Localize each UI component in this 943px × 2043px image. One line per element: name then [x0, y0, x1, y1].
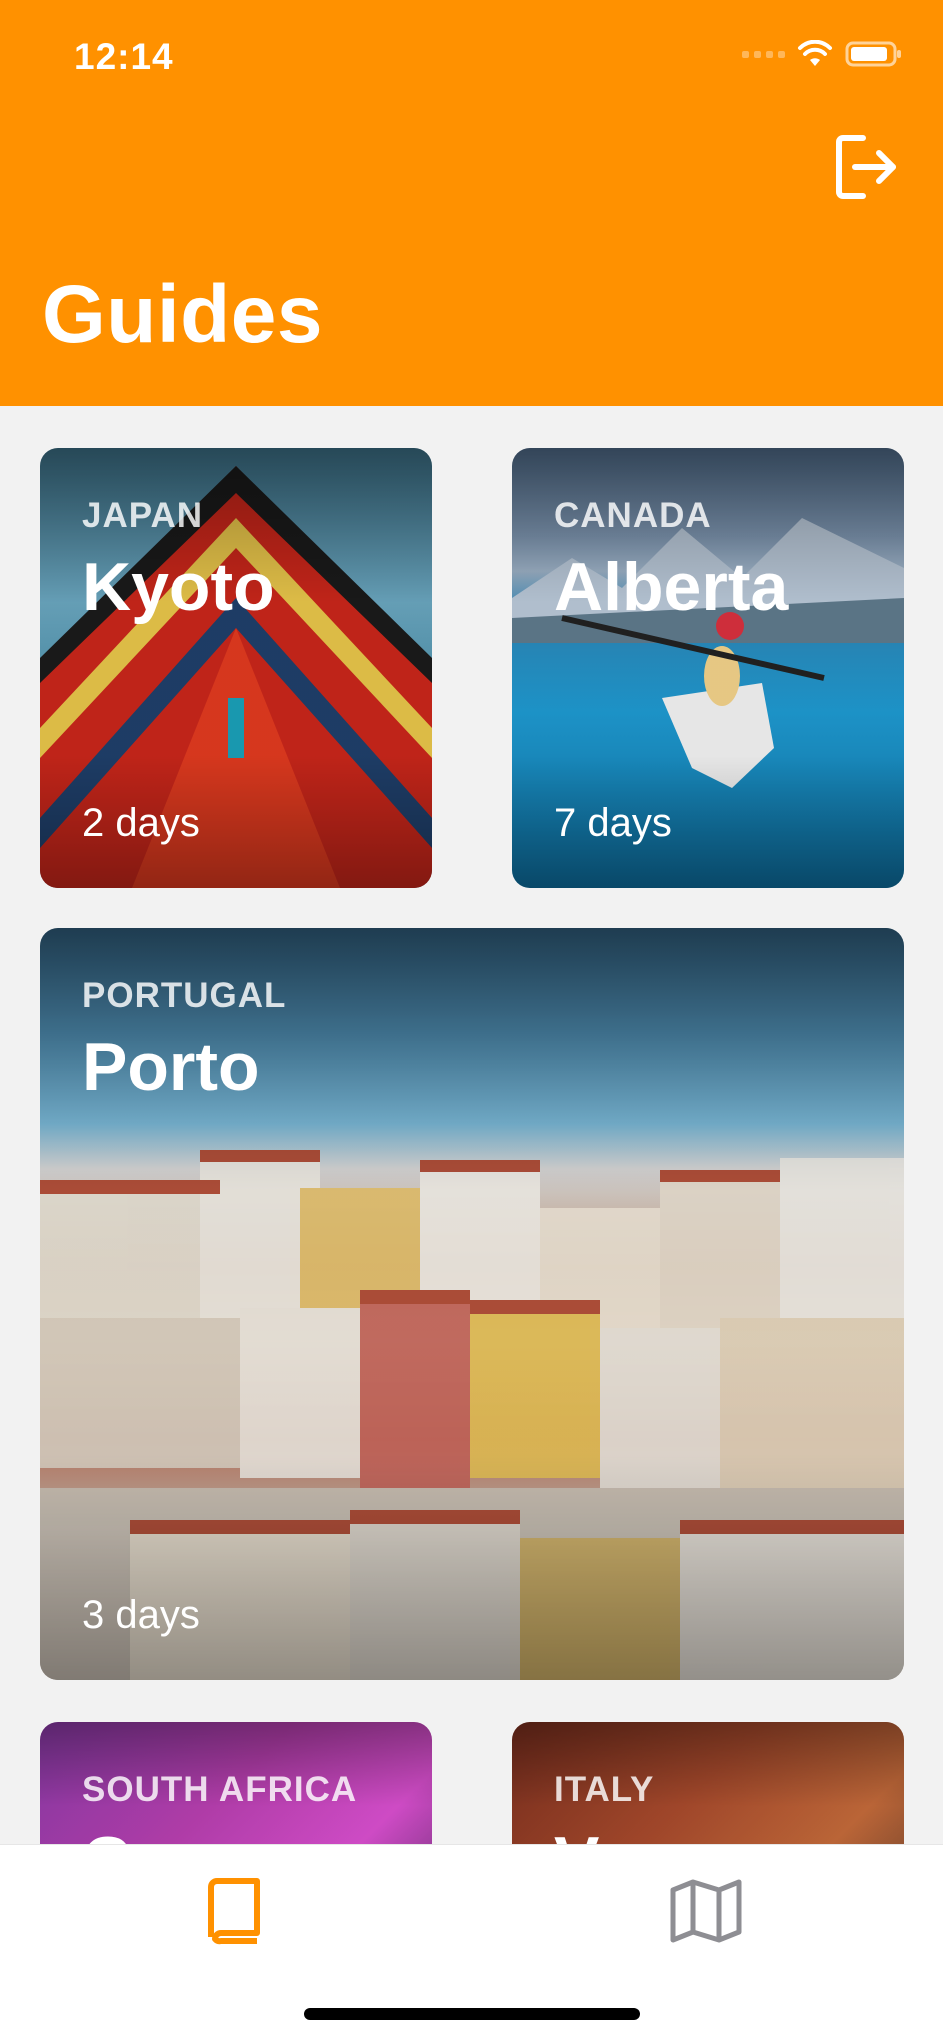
guide-city: Alberta — [554, 549, 789, 625]
guide-duration: 7 days — [554, 801, 672, 845]
guide-duration: 2 days — [82, 801, 200, 845]
cellular-signal-icon — [742, 50, 785, 58]
guide-country: JAPAN — [82, 496, 204, 535]
guide-country: PORTUGAL — [82, 976, 287, 1015]
header: 12:14 Guides — [0, 0, 943, 406]
guide-city: Kyoto — [82, 549, 275, 625]
guide-card-kyoto[interactable]: JAPAN Kyoto 2 days — [40, 448, 432, 888]
home-indicator — [304, 2008, 640, 2020]
guide-country: CANADA — [554, 496, 712, 535]
guide-country: ITALY — [554, 1770, 655, 1809]
guide-card-porto[interactable]: PORTUGAL Porto 3 days — [40, 928, 904, 1680]
page-title: Guides — [42, 269, 323, 360]
guide-duration: 3 days — [82, 1593, 200, 1637]
map-icon — [670, 1879, 742, 1943]
guide-city: Porto — [82, 1029, 260, 1105]
tab-map[interactable] — [666, 1871, 746, 1951]
battery-icon — [845, 41, 901, 67]
guide-card-alberta[interactable]: CANADA Alberta 7 days — [512, 448, 904, 888]
guide-country: SOUTH AFRICA — [82, 1770, 358, 1809]
logout-icon[interactable] — [833, 132, 899, 202]
status-icons — [742, 40, 903, 68]
status-time: 12:14 — [74, 36, 174, 77]
book-icon — [208, 1878, 260, 1945]
wifi-icon — [798, 40, 832, 66]
tab-guides[interactable] — [196, 1871, 276, 1951]
